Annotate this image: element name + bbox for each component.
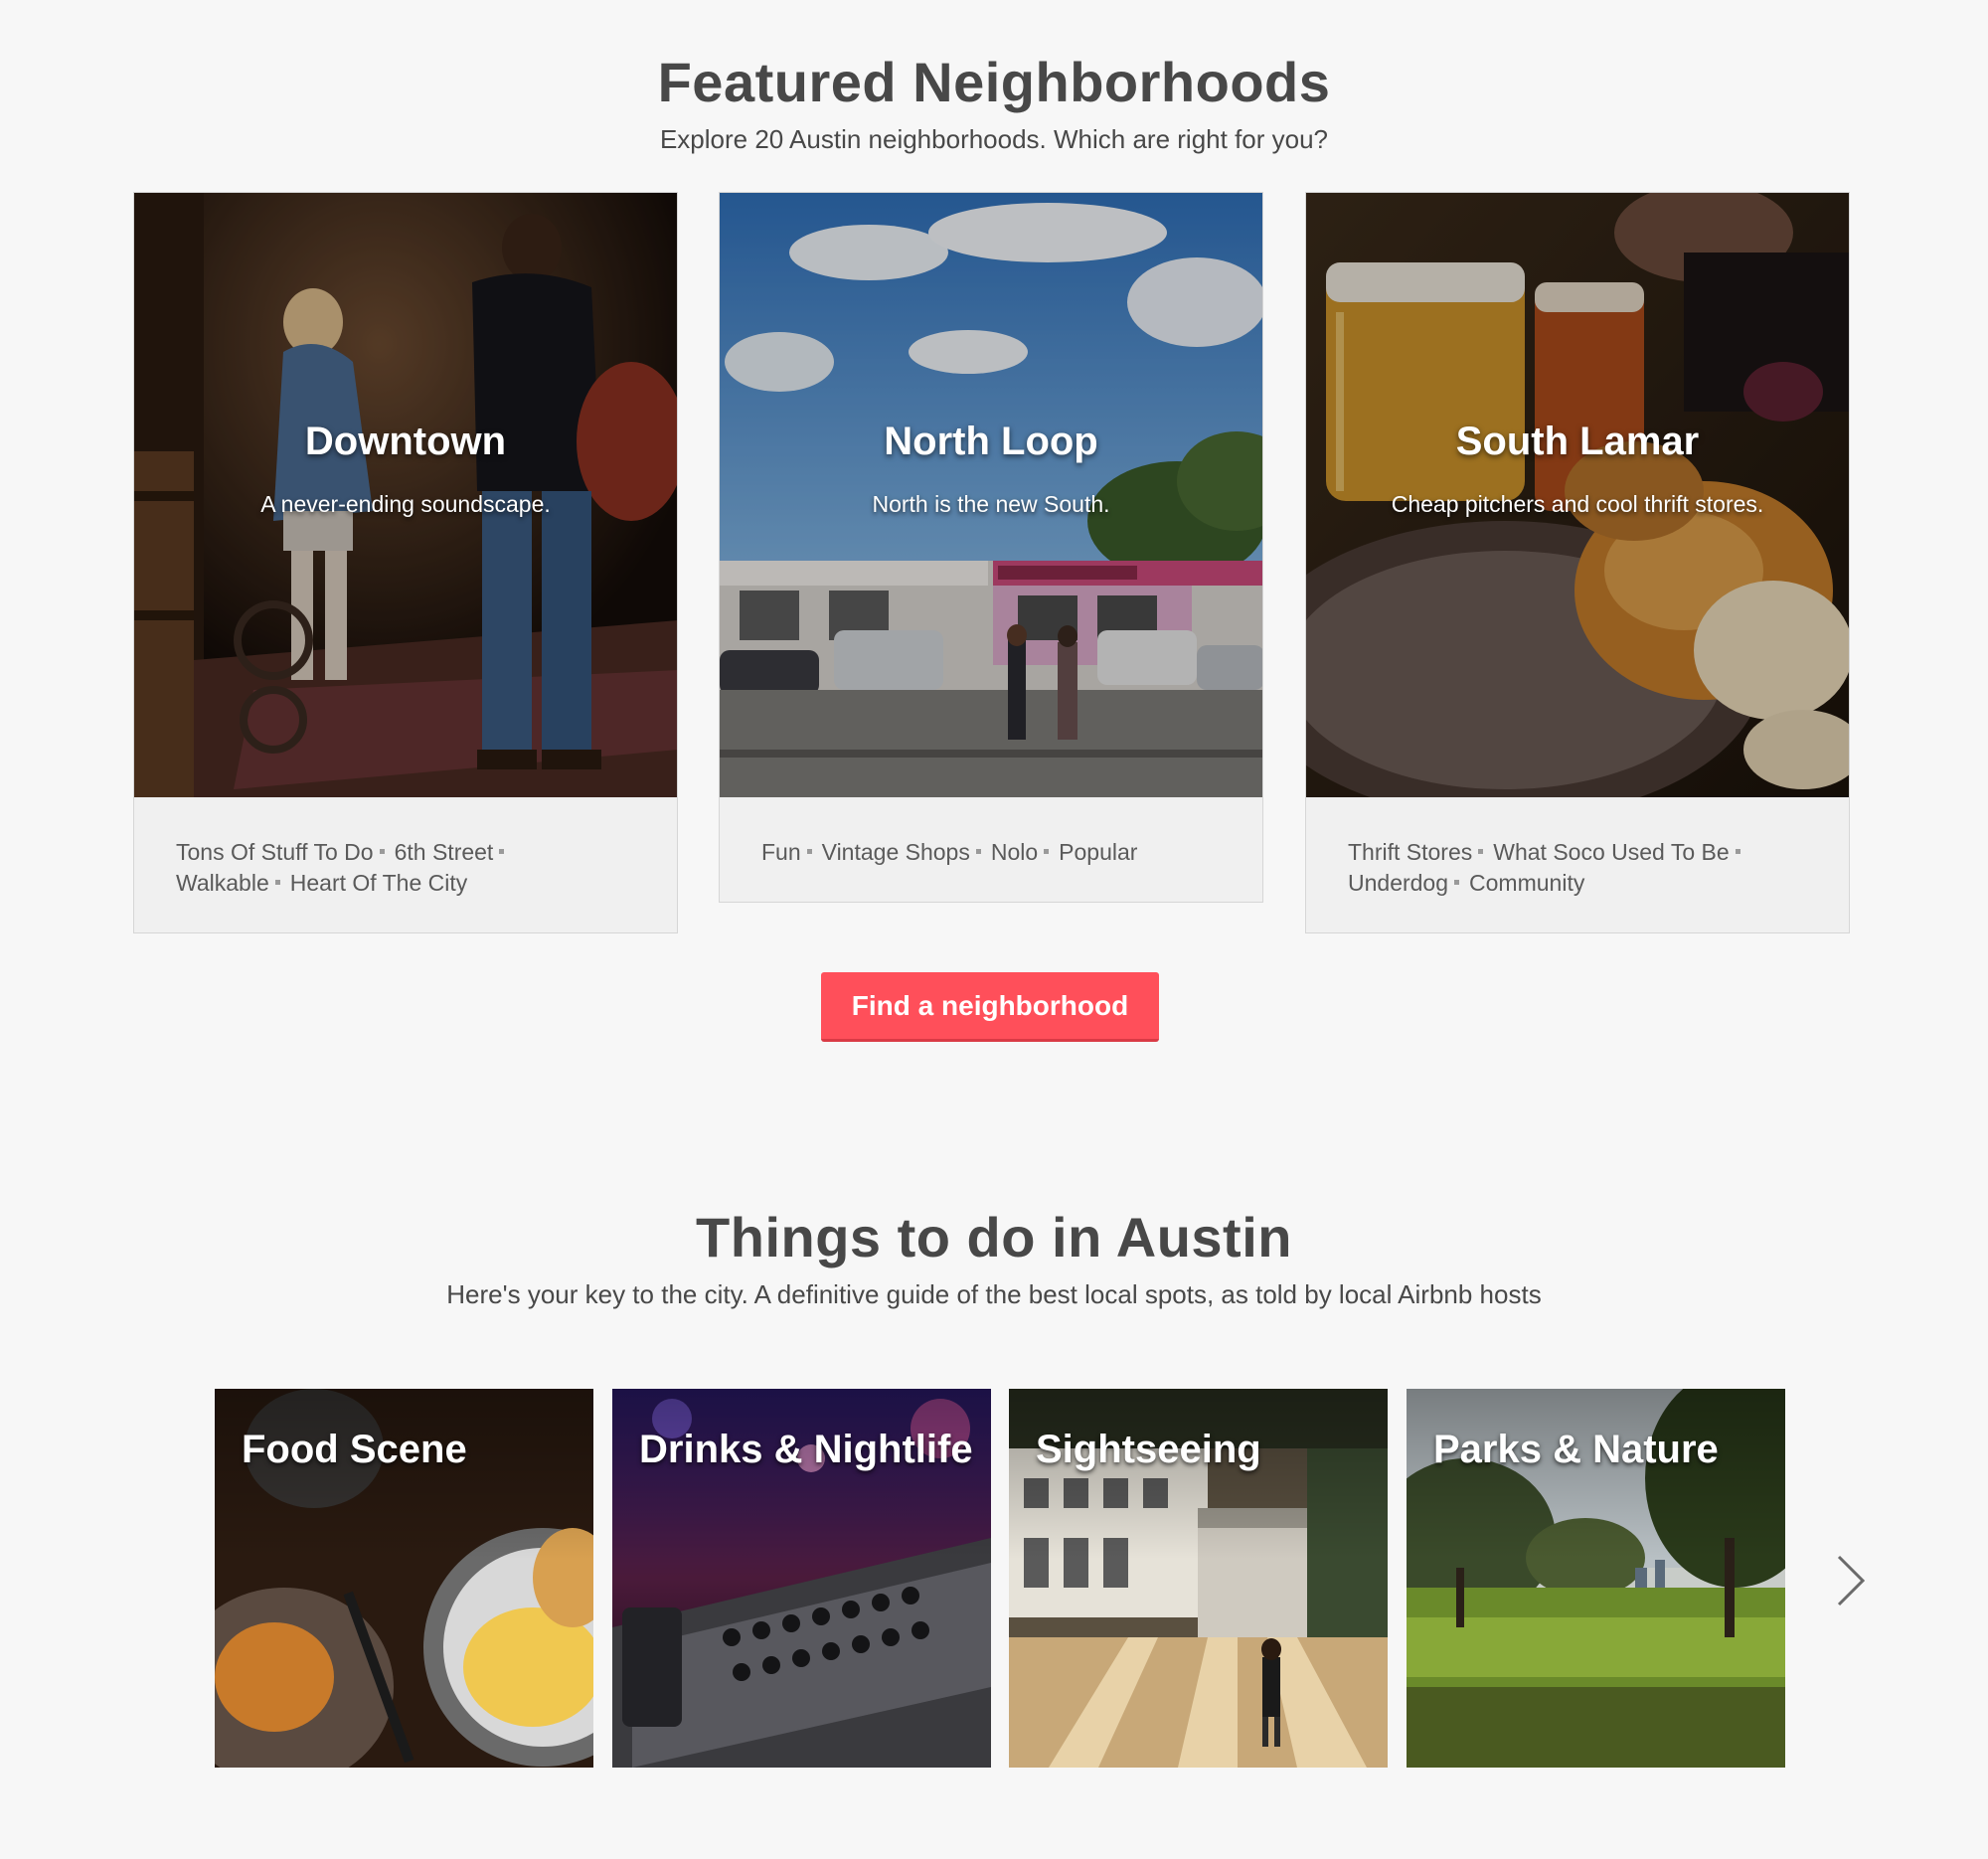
tag: What Soco Used To Be bbox=[1493, 839, 1730, 865]
chevron-right-icon[interactable] bbox=[1829, 1551, 1873, 1610]
tag: 6th Street bbox=[394, 839, 494, 865]
neighborhood-tags: Tons Of Stuff To Do 6th Street Walkable He… bbox=[134, 797, 677, 932]
tag: Nolo bbox=[990, 839, 1039, 865]
tag-separator bbox=[274, 880, 280, 886]
tag: Underdog bbox=[1348, 870, 1449, 896]
neighborhood-tagline: North is the new South. bbox=[872, 491, 1110, 517]
category-tile-drinks-nightlife[interactable]: Drinks & Nightlife bbox=[612, 1389, 991, 1768]
neighborhood-card-downtown[interactable]: Downtown A never-ending soundscape. Tons… bbox=[133, 192, 678, 933]
neighborhood-tags: Fun Vintage Shops Nolo Popular bbox=[720, 797, 1262, 902]
category-tile-parks-nature[interactable]: Parks & Nature bbox=[1407, 1389, 1785, 1768]
tag-separator bbox=[499, 849, 505, 855]
tag: Community bbox=[1469, 870, 1585, 896]
neighborhood-name: North Loop bbox=[884, 420, 1098, 463]
tag: Thrift Stores bbox=[1348, 839, 1473, 865]
featured-neighborhoods-title: Featured Neighborhoods bbox=[657, 51, 1331, 113]
neighborhood-tags: Thrift Stores What Soco Used To Be Underd… bbox=[1306, 797, 1849, 932]
neighborhood-photo: Downtown A never-ending soundscape. bbox=[134, 193, 677, 797]
category-label: Food Scene bbox=[242, 1428, 467, 1471]
neighborhood-card-south-lamar[interactable]: South Lamar Cheap pitchers and cool thri… bbox=[1305, 192, 1850, 933]
neighborhood-photo: South Lamar Cheap pitchers and cool thri… bbox=[1306, 193, 1849, 797]
neighborhood-tagline: Cheap pitchers and cool thrift stores. bbox=[1391, 491, 1764, 517]
category-tile-sightseeing[interactable]: Sightseeing bbox=[1009, 1389, 1388, 1768]
neighborhood-tagline: A never-ending soundscape. bbox=[260, 491, 551, 517]
tag: Popular bbox=[1059, 839, 1138, 865]
find-neighborhood-button[interactable]: Find a neighborhood bbox=[821, 972, 1159, 1042]
things-to-do-title: Things to do in Austin bbox=[696, 1206, 1292, 1268]
tag-separator bbox=[1454, 880, 1460, 886]
featured-neighborhoods-subtitle: Explore 20 Austin neighborhoods. Which a… bbox=[659, 124, 1329, 154]
tag-separator bbox=[806, 849, 812, 855]
tag-separator bbox=[379, 849, 385, 855]
tag-separator bbox=[975, 849, 981, 855]
category-label: Parks & Nature bbox=[1433, 1428, 1719, 1471]
tag: Heart Of The City bbox=[289, 870, 468, 896]
category-label: Sightseeing bbox=[1036, 1428, 1261, 1471]
things-to-do-subtitle: Here's your key to the city. A definitiv… bbox=[446, 1279, 1542, 1309]
neighborhood-card-north-loop[interactable]: North Loop North is the new South. Fun Vi… bbox=[719, 192, 1263, 903]
neighborhood-name: South Lamar bbox=[1455, 420, 1700, 463]
neighborhood-photo: North Loop North is the new South. bbox=[720, 193, 1262, 797]
tag-separator bbox=[1478, 849, 1484, 855]
neighborhood-name: Downtown bbox=[304, 420, 507, 463]
tag: Fun bbox=[761, 839, 801, 865]
category-tile-food-scene[interactable]: Food Scene bbox=[215, 1389, 593, 1768]
tag: Walkable bbox=[176, 870, 269, 896]
tag: Vintage Shops bbox=[821, 839, 970, 865]
tag-separator bbox=[1044, 849, 1050, 855]
tag: Tons Of Stuff To Do bbox=[176, 839, 374, 865]
tag-separator bbox=[1735, 849, 1740, 855]
category-label: Drinks & Nightlife bbox=[639, 1428, 973, 1471]
